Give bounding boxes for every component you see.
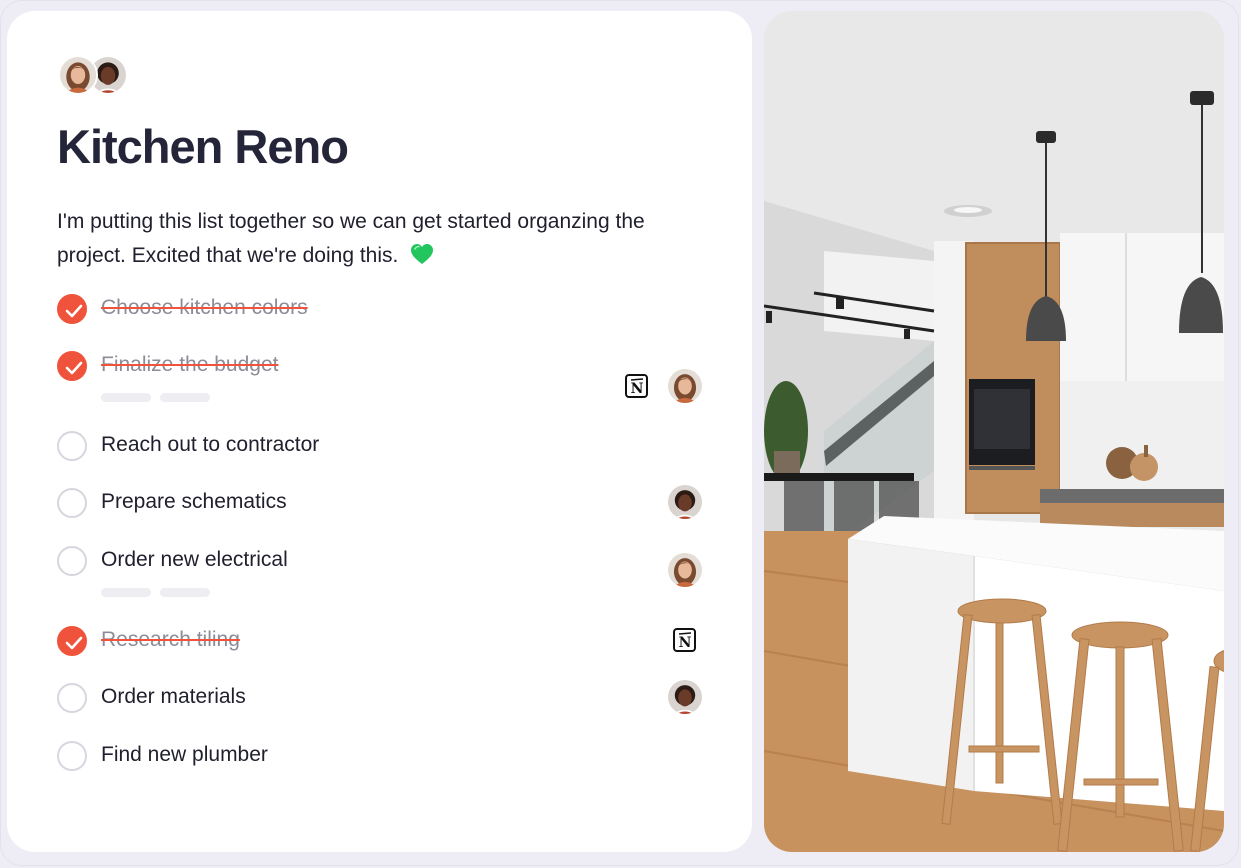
page-description: I'm putting this list together so we can… [57,205,657,276]
assignee-avatar-man[interactable] [668,680,702,714]
task-checkbox[interactable] [57,294,87,324]
task-label[interactable]: Choose kitchen colors [101,296,308,320]
notion-icon[interactable] [624,373,650,399]
page-title: Kitchen Reno [57,120,349,173]
task-label[interactable]: Find new plumber [101,743,268,767]
task-item: Finalize the budget [57,347,707,387]
task-checkbox[interactable] [57,431,87,461]
assignee-avatar-man[interactable] [668,485,702,519]
task-label[interactable]: Order new electrical [101,548,288,572]
assignee-avatar-woman[interactable] [668,553,702,587]
avatar-woman[interactable] [58,55,98,95]
assignee-avatar-woman[interactable] [668,369,702,403]
task-label[interactable]: Reach out to contractor [101,433,319,457]
task-item: Find new plumber [57,737,707,777]
green-heart-icon [410,242,434,276]
task-item: Order materials [57,679,707,719]
kitchen-interior-image [764,11,1224,852]
task-meta-placeholder [101,584,219,597]
task-checkbox[interactable] [57,683,87,713]
task-label[interactable]: Prepare schematics [101,490,287,514]
task-list-card: Kitchen Reno I'm putting this list toget… [7,11,752,852]
task-label[interactable]: Research tiling [101,628,240,652]
task-checkbox[interactable] [57,741,87,771]
notion-icon[interactable] [672,627,698,653]
task-checkbox[interactable] [57,626,87,656]
task-checkbox[interactable] [57,546,87,576]
task-item: Research tiling [57,622,707,662]
task-item: Order new electrical [57,542,707,597]
task-item: Reach out to contractor [57,427,707,467]
task-meta-placeholder [101,389,219,402]
task-item: Prepare schematics [57,484,707,524]
task-checkbox[interactable] [57,351,87,381]
description-text: I'm putting this list together so we can… [57,210,645,267]
task-item: Choose kitchen colors [57,290,707,330]
task-checkbox[interactable] [57,488,87,518]
task-label[interactable]: Finalize the budget [101,353,278,377]
collaborators [58,55,138,99]
task-label[interactable]: Order materials [101,685,246,709]
